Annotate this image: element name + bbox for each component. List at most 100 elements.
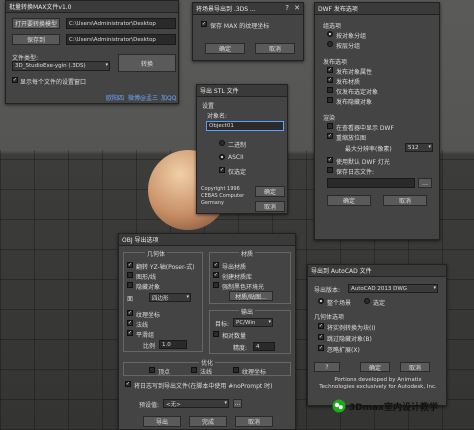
opt-normals-checkbox[interactable]	[191, 367, 197, 373]
show-settings-checkbox[interactable]: ✓	[12, 77, 18, 83]
settings-label: 设置	[202, 103, 215, 110]
whole-scene-radio[interactable]	[318, 298, 324, 304]
opt-texcoords-checkbox[interactable]	[233, 367, 239, 373]
target-label: 目标:	[215, 321, 230, 328]
done-button[interactable]: 完成	[189, 416, 227, 427]
normals-checkbox[interactable]: ✓	[127, 320, 133, 326]
relative-numbers-checkbox[interactable]	[213, 331, 219, 337]
opt-vertex-label: 顶点	[158, 369, 171, 376]
preset-save-button[interactable]: …	[233, 399, 242, 408]
ok-button[interactable]: 确定	[327, 195, 371, 206]
author-link-2[interactable]: 微博@孟三	[128, 93, 158, 102]
hidden-objects-checkbox[interactable]	[127, 282, 133, 288]
scale-input[interactable]: 1.0	[159, 340, 187, 349]
export-3ds-window: 将场景导出到 .3DS ...? ✕ ✓ 保存 MAX 的纹理坐标 确定 取消	[192, 2, 304, 61]
batch-convert-window: 批量转换MAX文件v1.0 打开要转换模型 C:\Users\Administr…	[5, 0, 179, 104]
cancel-button[interactable]: 取消	[255, 43, 295, 54]
open-path-input[interactable]: C:\Users\Administrator\Desktop	[66, 18, 176, 29]
save-path-input[interactable]: C:\Users\Administrator\Desktop	[66, 34, 176, 45]
flip-yz-checkbox[interactable]: ✓	[127, 262, 133, 268]
scale-label: 比例	[143, 343, 156, 350]
window-title: 批量转换MAX文件v1.0	[9, 4, 72, 11]
object-name-label: 对象名:	[207, 113, 228, 120]
copyright-text: Copyright 1996 CEBAS Computer Germany	[201, 186, 245, 206]
cancel-button[interactable]: 取消	[383, 195, 427, 206]
faces-select[interactable]: 四边形	[149, 293, 191, 302]
default-lights-label: 使用默认 DWF 灯光	[336, 159, 390, 166]
ignore-extrusion-checkbox[interactable]: ✓	[318, 345, 324, 351]
show-in-viewer-checkbox[interactable]	[327, 123, 333, 129]
ok-button[interactable]: 确定	[360, 362, 390, 372]
skip-hidden-checkbox[interactable]: ✓	[318, 334, 324, 340]
selected-only-checkbox[interactable]: ✓	[219, 167, 225, 173]
faces-label: 面	[127, 296, 134, 303]
browse-log-button[interactable]: …	[418, 178, 432, 188]
binary-radio[interactable]	[219, 140, 225, 146]
opt-texcoords-label: 纹理坐标	[242, 369, 267, 376]
opt-vertex-checkbox[interactable]	[149, 367, 155, 373]
ascii-radio[interactable]	[219, 154, 225, 160]
rescale-bitmaps-checkbox[interactable]: ✓	[327, 133, 333, 139]
export-material-checkbox[interactable]: ✓	[213, 262, 219, 268]
map-path-button[interactable]: 材质/贴图...	[229, 291, 273, 301]
help-icon[interactable]: ?	[285, 4, 289, 12]
max-resolution-select[interactable]: 512	[405, 143, 433, 152]
whole-scene-label: 整个场景	[327, 300, 352, 307]
group-by-layer-radio[interactable]	[327, 41, 333, 47]
convert-instances-checkbox[interactable]: ✓	[318, 323, 324, 329]
cancel-button[interactable]: 取消	[255, 201, 285, 212]
force-black-ambient-checkbox[interactable]	[213, 282, 219, 288]
log-path-input[interactable]	[327, 178, 415, 188]
ascii-label: ASCII	[228, 154, 244, 161]
write-log-checkbox[interactable]: ✓	[125, 381, 131, 387]
keep-texcoords-label: 保存 MAX 的纹理坐标	[210, 23, 270, 30]
texcoords-checkbox[interactable]: ✓	[127, 310, 133, 316]
geometry-label: 几何体	[145, 249, 168, 258]
publish-props-checkbox[interactable]: ✓	[327, 67, 333, 73]
publish-materials-checkbox[interactable]: ✓	[327, 77, 333, 83]
author-link-3[interactable]: 加QQ	[161, 93, 176, 102]
open-model-button[interactable]: 打开要转换模型	[12, 18, 60, 29]
create-library-checkbox[interactable]: ✓	[213, 272, 219, 278]
ok-button[interactable]: 确定	[205, 43, 245, 54]
smooth-groups-label: 平滑组	[136, 332, 155, 339]
window-title: DWF 发布选项	[318, 6, 358, 13]
close-icon[interactable]: ✕	[294, 4, 300, 12]
file-type-select[interactable]: 3D_StudioExe-ygin (.3DS)	[12, 61, 110, 71]
keep-texcoords-checkbox[interactable]: ✓	[201, 21, 207, 27]
preset-select[interactable]: <无>	[163, 399, 229, 408]
selected-only-label: 仅选定	[228, 169, 247, 176]
ok-button[interactable]: 确定	[255, 186, 285, 197]
export-version-select[interactable]: AutoCAD 2013 DWG	[348, 284, 438, 293]
convert-instances-label: 将实例转换为块(I)	[327, 325, 376, 332]
optimize-label: 优化	[199, 358, 216, 367]
group-by-object-radio[interactable]	[327, 31, 333, 37]
flip-yz-label: 翻转 YZ-轴(Poser-式)	[136, 264, 195, 271]
relative-numbers-label: 相对数量	[222, 333, 247, 340]
precision-input[interactable]: 4	[253, 342, 275, 351]
skip-hidden-label: 跳过隐藏对象(B)	[327, 336, 372, 343]
publish-selected-checkbox[interactable]	[327, 87, 333, 93]
cancel-button[interactable]: 取消	[400, 362, 430, 372]
default-lights-checkbox[interactable]: ✓	[327, 157, 333, 163]
binary-label: 二进制	[228, 142, 247, 149]
material-label: 材质	[239, 249, 256, 258]
publish-hidden-checkbox[interactable]	[327, 97, 333, 103]
title-bar: 批量转换MAX文件v1.0	[6, 1, 178, 13]
shapes-checkbox[interactable]	[127, 272, 133, 278]
target-select[interactable]: PC/Win	[233, 318, 273, 327]
export-material-label: 导出材质	[222, 264, 247, 271]
render-label: 渲染	[323, 115, 336, 122]
help-button[interactable]: ?	[314, 362, 340, 372]
output-label: 输出	[239, 307, 256, 316]
selected-radio[interactable]	[364, 298, 370, 304]
object-name-input[interactable]: Object01	[206, 121, 284, 131]
export-button[interactable]: 导出	[143, 416, 181, 427]
convert-button[interactable]: 转换	[118, 54, 176, 72]
save-log-checkbox[interactable]	[327, 167, 333, 173]
cancel-button[interactable]: 取消	[235, 416, 273, 427]
normals-label: 法线	[136, 322, 149, 329]
smooth-groups-checkbox[interactable]: ✓	[127, 330, 133, 336]
save-to-button[interactable]: 保存到	[12, 34, 60, 45]
author-link-1[interactable]: 欧阳四	[106, 93, 124, 102]
